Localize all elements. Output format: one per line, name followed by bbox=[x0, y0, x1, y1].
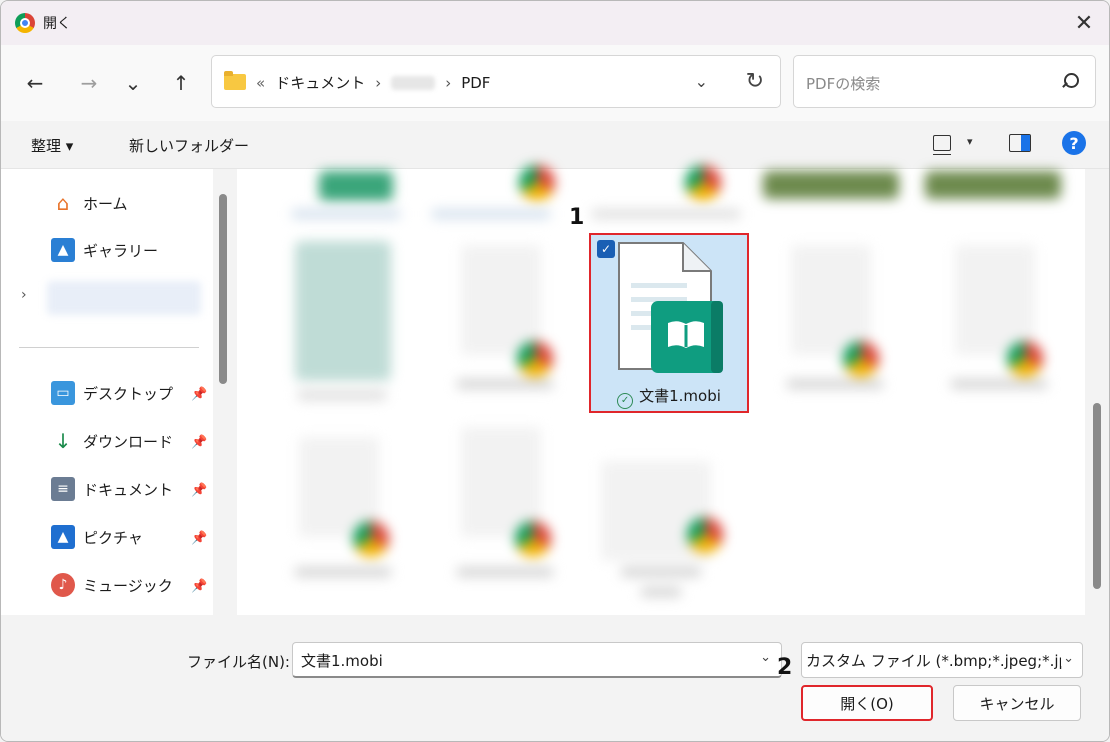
sidebar-scrollbar[interactable] bbox=[219, 194, 227, 384]
file-tile-blurred[interactable] bbox=[677, 165, 727, 201]
sidebar-item-label: ホーム bbox=[83, 194, 128, 213]
sidebar-item-label: ギャラリー bbox=[83, 241, 159, 260]
cancel-button[interactable]: キャンセル bbox=[953, 685, 1081, 721]
file-name: ✓ 文書1.mobi bbox=[591, 385, 747, 409]
file-tile-blurred[interactable] bbox=[295, 241, 391, 381]
home-icon: ⌂ bbox=[56, 191, 70, 215]
sidebar-item-label: ピクチャ bbox=[83, 528, 143, 547]
filetype-select[interactable]: カスタム ファイル (*.bmp;*.jpeg;*.jp ⌄ bbox=[801, 642, 1083, 678]
sync-status-icon: ✓ bbox=[617, 393, 634, 409]
file-label-blurred bbox=[431, 209, 551, 219]
file-label-blurred bbox=[297, 389, 387, 401]
gallery-icon: ▲ bbox=[51, 238, 75, 262]
annotation-step-2: 2 bbox=[777, 655, 793, 680]
forward-button[interactable]: → bbox=[71, 67, 107, 99]
file-tile-blurred[interactable] bbox=[453, 421, 563, 581]
search-input[interactable]: PDFの検索 bbox=[806, 73, 880, 94]
file-tile-blurred[interactable] bbox=[787, 241, 887, 391]
address-dropdown-icon[interactable]: ⌄ bbox=[695, 72, 708, 91]
file-name-text: 文書1.mobi bbox=[639, 387, 721, 405]
file-tile-blurred[interactable] bbox=[763, 171, 899, 199]
sidebar-item-label: ミュージック bbox=[83, 576, 173, 595]
title-bar: 開く ✕ bbox=[1, 1, 1109, 45]
sidebar-item-home[interactable]: ⌂ ホーム bbox=[51, 191, 128, 215]
expand-chevron-icon[interactable]: › bbox=[21, 287, 27, 303]
navigation-bar: ← → ⌄ ↑ « ドキュメント › › PDF ⌄ ↻ PDFの検索 bbox=[1, 45, 1109, 121]
up-button[interactable]: ↑ bbox=[163, 67, 199, 99]
sidebar-item-blurred-account[interactable] bbox=[47, 281, 201, 315]
refresh-icon[interactable]: ↻ bbox=[746, 69, 764, 94]
file-label-blurred bbox=[591, 209, 741, 219]
close-button[interactable]: ✕ bbox=[1059, 1, 1109, 45]
view-options-chevron-icon[interactable]: ▾ bbox=[967, 135, 973, 148]
sidebar-item-gallery[interactable]: ▲ ギャラリー bbox=[51, 238, 158, 262]
file-tile-blurred[interactable] bbox=[925, 171, 1061, 199]
sidebar-item-label: ダウンロード bbox=[83, 432, 174, 451]
back-button[interactable]: ← bbox=[17, 67, 53, 99]
sidebar-item-desktop[interactable]: ▭ デスクトップ bbox=[51, 381, 173, 405]
filetype-value: カスタム ファイル (*.bmp;*.jpeg;*.jp bbox=[806, 652, 1069, 670]
search-box[interactable]: PDFの検索 bbox=[793, 55, 1096, 108]
sidebar-item-pictures[interactable]: ▲ ピクチャ bbox=[51, 525, 143, 549]
chrome-icon bbox=[15, 13, 35, 33]
preview-pane-icon[interactable] bbox=[1009, 134, 1031, 152]
folder-icon bbox=[224, 71, 246, 90]
sidebar-item-music[interactable]: ♪ ミュージック bbox=[51, 573, 173, 597]
file-tile-blurred[interactable] bbox=[319, 171, 393, 201]
breadcrumb-documents[interactable]: ドキュメント bbox=[275, 72, 365, 93]
recent-locations-button[interactable]: ⌄ bbox=[115, 67, 151, 99]
sidebar-item-downloads[interactable]: ↓ ダウンロード bbox=[51, 429, 173, 453]
window-title: 開く bbox=[43, 16, 71, 32]
help-icon[interactable]: ? bbox=[1062, 131, 1086, 155]
breadcrumb-separator-icon: › bbox=[445, 73, 452, 92]
download-icon: ↓ bbox=[54, 429, 72, 453]
annotation-step-1: 1 bbox=[569, 205, 585, 230]
file-tile-blurred[interactable] bbox=[951, 241, 1051, 391]
breadcrumb-blurred-folder[interactable] bbox=[391, 75, 436, 90]
desktop-icon: ▭ bbox=[51, 381, 75, 405]
pin-icon[interactable]: 📌 bbox=[191, 531, 207, 546]
filename-value: 文書1.mobi bbox=[301, 652, 383, 670]
file-tile-blurred[interactable] bbox=[457, 241, 557, 391]
organize-button[interactable]: 整理 ▾ bbox=[31, 135, 73, 156]
address-bar[interactable]: « ドキュメント › › PDF ⌄ ↻ bbox=[211, 55, 781, 108]
sidebar-divider bbox=[19, 347, 199, 348]
open-button[interactable]: 開く(O) bbox=[801, 685, 933, 721]
pin-icon[interactable]: 📌 bbox=[191, 579, 207, 594]
pin-icon[interactable]: 📌 bbox=[191, 387, 207, 402]
new-folder-button[interactable]: 新しいフォルダー bbox=[129, 135, 249, 156]
file-label-blurred bbox=[291, 209, 401, 219]
breadcrumb-overflow[interactable]: « bbox=[256, 74, 265, 92]
breadcrumb: « ドキュメント › › PDF bbox=[256, 72, 490, 93]
breadcrumb-pdf[interactable]: PDF bbox=[461, 74, 490, 92]
pictures-icon: ▲ bbox=[51, 525, 75, 549]
filename-field[interactable]: 文書1.mobi ⌄ bbox=[292, 642, 782, 678]
filename-label: ファイル名(N): bbox=[187, 653, 290, 671]
open-dialog: 開く ✕ ← → ⌄ ↑ « ドキュメント › › PDF ⌄ ↻ PDFの検索… bbox=[0, 0, 1110, 742]
pin-icon[interactable]: 📌 bbox=[191, 435, 207, 450]
breadcrumb-separator-icon: › bbox=[375, 73, 382, 92]
mobi-file-icon bbox=[618, 242, 723, 373]
file-tile-blurred[interactable] bbox=[511, 165, 561, 201]
sidebar-item-label: デスクトップ bbox=[83, 384, 174, 403]
file-list-scrollbar[interactable] bbox=[1093, 403, 1101, 589]
file-tile-blurred[interactable] bbox=[591, 455, 741, 605]
search-icon[interactable] bbox=[1061, 73, 1079, 89]
dialog-footer: ファイル名(N): 文書1.mobi ⌄ カスタム ファイル (*.bmp;*.… bbox=[1, 615, 1109, 741]
documents-icon: ≡ bbox=[51, 477, 75, 501]
navigation-pane: ⌂ ホーム ▲ ギャラリー › ▭ デスクトップ 📌 ↓ ダウンロード 📌 ≡ … bbox=[1, 169, 213, 615]
music-icon: ♪ bbox=[51, 573, 75, 597]
file-tile-blurred[interactable] bbox=[291, 431, 401, 581]
filename-history-chevron-icon[interactable]: ⌄ bbox=[760, 650, 771, 665]
selected-file-tile[interactable]: ✓ ✓ 文書1.mobi bbox=[589, 233, 749, 413]
filetype-chevron-icon[interactable]: ⌄ bbox=[1061, 651, 1074, 666]
view-mode-icon[interactable] bbox=[933, 135, 951, 155]
sidebar-item-label: ドキュメント bbox=[83, 480, 174, 499]
pin-icon[interactable]: 📌 bbox=[191, 483, 207, 498]
sidebar-item-documents[interactable]: ≡ ドキュメント bbox=[51, 477, 173, 501]
